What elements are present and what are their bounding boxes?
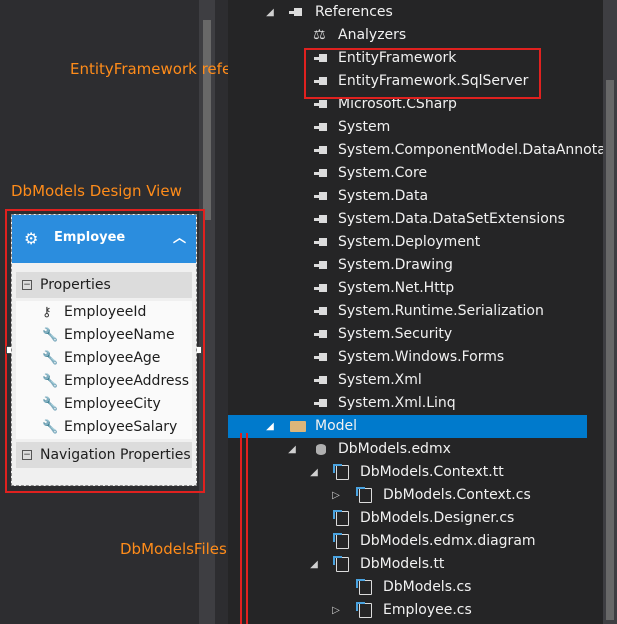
property-name: EmployeeAddress	[64, 373, 190, 389]
tree-item-reference[interactable]: System.Windows.Forms	[228, 346, 617, 369]
expanded-arrow-icon[interactable]: ◢	[308, 553, 320, 576]
file-icon	[333, 533, 349, 549]
reference-icon	[313, 397, 329, 410]
property-row[interactable]: 🔧 EmployeeAddress	[16, 370, 192, 393]
reference-icon	[313, 98, 329, 111]
tree-item-models-tt[interactable]: ◢ DbModels.tt	[228, 553, 617, 576]
tree-item-references[interactable]: ◢ References	[228, 1, 617, 24]
ef-references-highlight	[304, 48, 541, 99]
expanded-arrow-icon[interactable]: ◢	[264, 1, 276, 24]
tree-item-edmx-diagram[interactable]: DbModels.edmx.diagram	[228, 530, 617, 553]
reference-icon	[313, 190, 329, 203]
collapse-box-icon[interactable]: −	[22, 280, 32, 290]
reference-icon	[313, 328, 329, 341]
property-row[interactable]: 🔧 EmployeeName	[16, 324, 192, 347]
wrench-icon: 🔧	[42, 328, 59, 343]
expanded-arrow-icon[interactable]: ◢	[286, 438, 298, 461]
tree-item-reference[interactable]: System.Runtime.Serialization	[228, 300, 617, 323]
property-name: EmployeeId	[64, 304, 147, 320]
chevron-up-icon[interactable]: ︿	[173, 227, 186, 246]
files-annotation: DbModelsFiles	[120, 540, 227, 558]
navigation-section[interactable]: − Navigation Properties	[16, 442, 192, 468]
collapsed-arrow-icon[interactable]: ▷	[330, 484, 342, 507]
navigation-header: Navigation Properties	[40, 447, 191, 463]
collapse-box-icon[interactable]: −	[22, 450, 32, 460]
entity-title: Employee	[54, 230, 126, 245]
explorer-scroll-thumb[interactable]	[606, 80, 614, 620]
wrench-icon: 🔧	[42, 397, 59, 412]
file-icon	[356, 487, 372, 503]
wrench-icon: 🔧	[42, 374, 59, 389]
property-name: EmployeeName	[64, 327, 175, 343]
tree-item-reference[interactable]: System.Drawing	[228, 254, 617, 277]
edmx-icon	[314, 443, 328, 456]
reference-icon	[288, 6, 304, 19]
entity-header[interactable]: ⚙ Employee ︿	[12, 215, 196, 263]
folder-icon	[290, 421, 306, 432]
files-highlight-bar	[240, 433, 248, 624]
file-icon	[333, 556, 349, 572]
file-icon	[333, 510, 349, 526]
file-icon	[356, 602, 372, 618]
tree-item-employee-cs[interactable]: ▷ Employee.cs	[228, 599, 617, 622]
tree-item-reference[interactable]: System.Xml	[228, 369, 617, 392]
tree-item-context-tt[interactable]: ◢ DbModels.Context.tt	[228, 461, 617, 484]
reference-icon	[313, 282, 329, 295]
entity-employee[interactable]: ⚙ Employee ︿ − Properties ⚷ EmployeeId 🔧…	[11, 214, 197, 486]
tree-item-models-cs[interactable]: DbModels.cs	[228, 576, 617, 599]
reference-icon	[313, 213, 329, 226]
tree-item-reference[interactable]: System.Net.Http	[228, 277, 617, 300]
tree-item-context-cs[interactable]: ▷ DbModels.Context.cs	[228, 484, 617, 507]
property-row[interactable]: ⚷ EmployeeId	[16, 301, 192, 324]
wrench-icon: 🔧	[42, 420, 59, 435]
file-icon	[333, 464, 349, 480]
tree-item-reference[interactable]: System.Deployment	[228, 231, 617, 254]
reference-icon	[313, 305, 329, 318]
reference-icon	[313, 121, 329, 134]
tree-item-reference[interactable]: System	[228, 116, 617, 139]
analyzer-icon	[313, 24, 329, 47]
property-name: EmployeeCity	[64, 396, 161, 412]
tree-item-reference[interactable]: System.Xml.Linq	[228, 392, 617, 415]
collapsed-arrow-icon[interactable]: ▷	[330, 599, 342, 622]
reference-icon	[313, 144, 329, 157]
tree-item-designer-cs[interactable]: DbModels.Designer.cs	[228, 507, 617, 530]
property-name: EmployeeAge	[64, 350, 161, 366]
reference-icon	[313, 351, 329, 364]
tree-item-model-folder[interactable]: ◢ Model	[228, 415, 587, 438]
design-view-annotation: DbModels Design View	[11, 182, 182, 200]
key-icon: ⚷	[42, 305, 52, 320]
wrench-icon: 🔧	[42, 351, 59, 366]
reference-icon	[313, 374, 329, 387]
tree-item-reference[interactable]: System.Data	[228, 185, 617, 208]
tree-item-reference[interactable]: System.Core	[228, 162, 617, 185]
file-icon	[356, 579, 372, 595]
designer-scroll-thumb[interactable]	[203, 20, 211, 220]
property-row[interactable]: 🔧 EmployeeAge	[16, 347, 192, 370]
explorer-scrollbar[interactable]	[603, 0, 617, 624]
tree-item-reference[interactable]: System.Data.DataSetExtensions	[228, 208, 617, 231]
expanded-arrow-icon[interactable]: ◢	[308, 461, 320, 484]
expanded-arrow-icon[interactable]: ◢	[264, 415, 276, 438]
tree-item-reference[interactable]: System.Security	[228, 323, 617, 346]
property-name: EmployeeSalary	[64, 419, 178, 435]
properties-section[interactable]: − Properties	[16, 272, 192, 298]
property-row[interactable]: 🔧 EmployeeCity	[16, 393, 192, 416]
tree-item-edmx[interactable]: ◢ DbModels.edmx	[228, 438, 617, 461]
tree-item-analyzers[interactable]: Analyzers	[228, 24, 617, 47]
reference-icon	[313, 259, 329, 272]
reference-icon	[313, 167, 329, 180]
tree-item-reference[interactable]: System.ComponentModel.DataAnnota	[228, 139, 617, 162]
properties-header: Properties	[40, 277, 111, 293]
entity-icon: ⚙	[24, 229, 39, 248]
property-row[interactable]: 🔧 EmployeeSalary	[16, 416, 192, 439]
reference-icon	[313, 236, 329, 249]
